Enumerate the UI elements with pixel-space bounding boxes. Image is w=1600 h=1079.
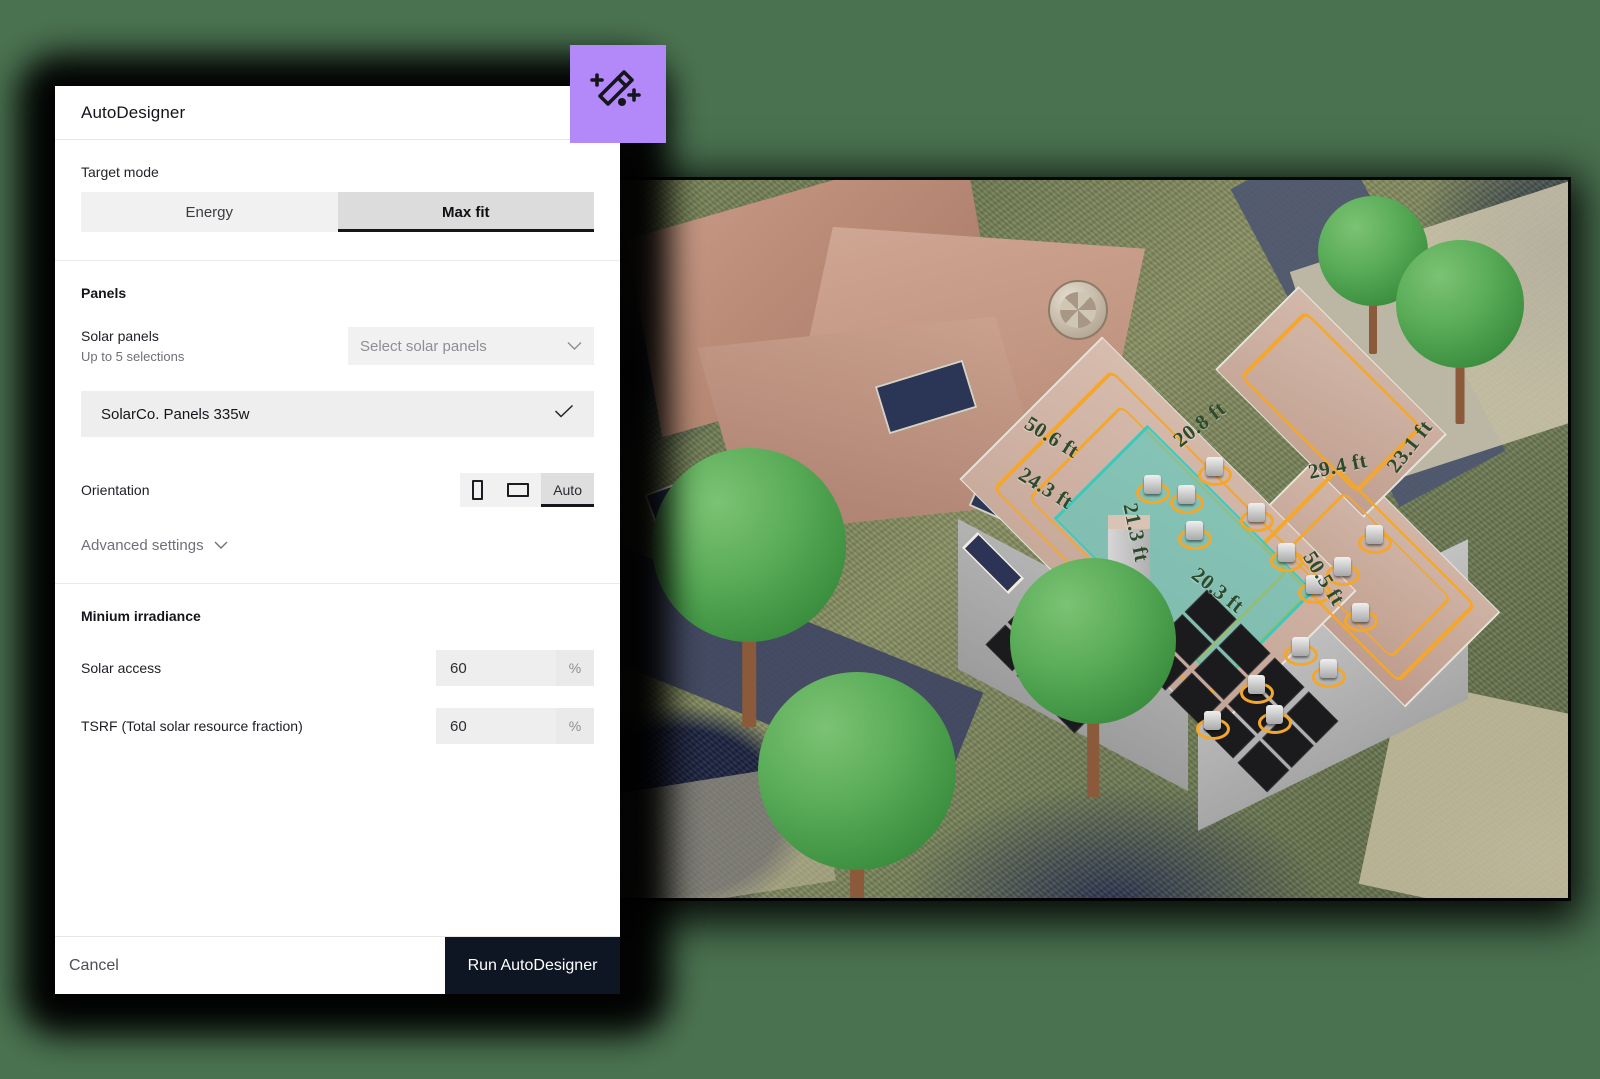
solar-panels-select-placeholder: Select solar panels — [360, 337, 487, 355]
solar-panels-row: Solar panels Up to 5 selections Select s… — [81, 327, 594, 365]
roof-vent — [1144, 475, 1161, 494]
check-icon — [554, 404, 574, 424]
cancel-button[interactable]: Cancel — [55, 937, 445, 994]
orientation-landscape-button[interactable] — [495, 473, 542, 507]
dialog-footer: Cancel Run AutoDesigner — [55, 936, 620, 994]
solar-access-input-group[interactable]: 60 % — [436, 650, 594, 686]
target-mode-label: Target mode — [81, 164, 159, 180]
roof-vent — [1278, 543, 1295, 562]
chevron-down-icon — [567, 341, 582, 351]
advanced-settings-label: Advanced settings — [81, 537, 204, 554]
roof-vent — [1178, 485, 1195, 504]
roof-vent — [1248, 503, 1265, 522]
roof-vent — [1186, 521, 1203, 540]
chevron-down-icon — [214, 541, 228, 550]
roof-vent — [1266, 705, 1283, 724]
solar-panels-label-group: Solar panels Up to 5 selections — [81, 327, 184, 364]
roof-vent — [1204, 711, 1221, 730]
tree-marker[interactable] — [1010, 558, 1176, 807]
tsrf-input[interactable]: 60 — [436, 708, 556, 744]
roof-vent — [1206, 457, 1223, 476]
target-mode-section: Target mode Energy Max fit — [55, 140, 620, 261]
target-mode-segmented-control[interactable]: Energy Max fit — [81, 192, 594, 232]
panels-heading: Panels — [81, 285, 127, 301]
magic-wand-glyph — [590, 70, 641, 106]
roof-vent — [1320, 659, 1337, 678]
target-mode-option-max-fit[interactable]: Max fit — [337, 192, 594, 232]
tsrf-row: TSRF (Total solar resource fraction) 60 … — [81, 708, 594, 744]
roof-vent — [1334, 557, 1351, 576]
tsrf-input-group[interactable]: 60 % — [436, 708, 594, 744]
solar-panels-label: Solar panels — [81, 328, 159, 344]
sparkle-dot — [618, 98, 626, 106]
roof-vent — [1352, 603, 1369, 622]
solar-access-row: Solar access 60 % — [81, 650, 594, 686]
solar-panels-sublabel: Up to 5 selections — [81, 348, 185, 364]
tsrf-unit: % — [556, 708, 594, 744]
solar-panels-select[interactable]: Select solar panels — [348, 327, 594, 365]
solar-access-unit: % — [556, 650, 594, 686]
selected-panel-chip[interactable]: SolarCo. Panels 335w — [81, 391, 594, 437]
page-title: AutoDesigner — [81, 102, 186, 122]
autodesigner-dialog: AutoDesigner Target mode Energy Max fit … — [55, 86, 620, 994]
tree-crown — [758, 672, 956, 870]
magic-wand-sparkles-icon[interactable] — [570, 45, 666, 143]
target-mode-option-energy[interactable]: Energy — [81, 192, 338, 232]
advanced-settings-toggle[interactable]: Advanced settings — [81, 537, 228, 554]
tree-crown — [1010, 558, 1176, 724]
tree-crown — [652, 448, 846, 642]
landscape-orientation-icon — [507, 483, 530, 497]
roof-vent — [1366, 525, 1383, 544]
roof-vent — [1292, 637, 1309, 656]
orientation-portrait-button[interactable] — [460, 473, 496, 507]
roof-vent — [1248, 675, 1265, 694]
solar-access-input[interactable]: 60 — [436, 650, 556, 686]
orientation-label: Orientation — [81, 481, 150, 498]
orientation-button-group[interactable]: Auto — [460, 473, 594, 507]
orientation-row: Orientation Auto — [81, 473, 594, 507]
dialog-header: AutoDesigner — [55, 86, 620, 140]
tree-marker[interactable] — [1396, 240, 1524, 432]
map-viewport[interactable]: 50.6 ft 24.3 ft 20.8 ft 29.4 ft 21.3 ft 20.3 … — [618, 180, 1568, 898]
irradiance-heading: Minium irradiance — [81, 608, 201, 624]
irradiance-section: Minium irradiance Solar access 60 % TSRF… — [55, 584, 620, 794]
orientation-auto-button[interactable]: Auto — [541, 473, 594, 507]
dialog-body: Target mode Energy Max fit Panels Solar … — [55, 140, 620, 936]
selected-panel-name: SolarCo. Panels 335w — [101, 405, 250, 423]
portrait-orientation-icon — [472, 480, 484, 500]
solar-access-label: Solar access — [81, 659, 162, 676]
tree-marker[interactable] — [758, 672, 956, 898]
run-autodesigner-button[interactable]: Run AutoDesigner — [445, 937, 620, 994]
tsrf-label: TSRF (Total solar resource fraction) — [81, 717, 303, 734]
panels-section: Panels Solar panels Up to 5 selections S… — [55, 261, 620, 584]
tree-crown — [1396, 240, 1524, 368]
